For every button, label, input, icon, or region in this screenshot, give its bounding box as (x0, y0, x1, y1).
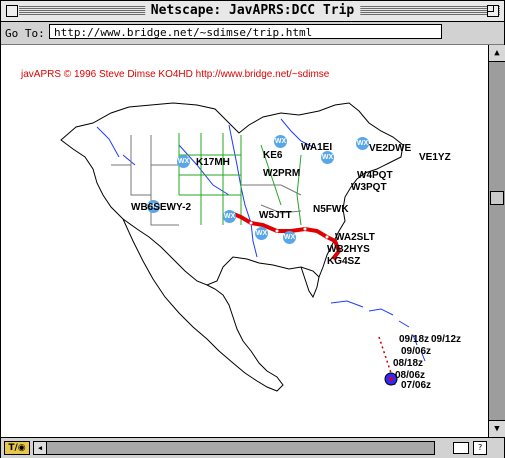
copyright-text: javAPRS © 1996 Steve Dimse KO4HD http://… (21, 69, 330, 80)
horizontal-scrollbar[interactable]: ◀ (33, 441, 435, 455)
netscape-security-icon[interactable]: T/◉ (4, 441, 30, 455)
close-box-icon[interactable] (6, 5, 18, 17)
vertical-scrollbar[interactable]: ▲ ▼ (488, 45, 505, 437)
zoom-box-icon[interactable] (487, 5, 499, 17)
station-label[interactable]: W5JTT (259, 211, 292, 221)
station-label[interactable]: W4PQT (357, 171, 393, 181)
location-bar: Go To: http://www.bridge.net/~sdimse/tri… (1, 22, 504, 45)
location-label: Go To: (5, 27, 45, 40)
station-label[interactable]: KG4SZ (327, 257, 360, 267)
wx-station-icon[interactable]: WX (356, 137, 369, 150)
florida-coastline (300, 266, 320, 299)
storm-time-label: 09/18z (399, 334, 430, 345)
station-label[interactable]: W3PQT (351, 183, 387, 193)
station-label[interactable]: VE1YZ (419, 153, 451, 163)
storm-time-label: 09/06z (401, 346, 432, 357)
browser-window: Netscape: JavAPRS:DCC Trip Go To: http:/… (0, 0, 505, 458)
help-icon[interactable]: ? (473, 441, 487, 455)
storm-time-label: 09/12z (431, 334, 462, 345)
mexico-coastline (122, 218, 284, 392)
wx-station-icon[interactable]: WX (283, 231, 296, 244)
scroll-left-arrow-icon[interactable]: ◀ (34, 442, 47, 454)
wx-station-icon[interactable]: WX (274, 135, 287, 148)
station-label[interactable]: WB2HYS (327, 245, 370, 255)
station-label[interactable]: WA2SLT (335, 233, 375, 243)
wx-station-icon[interactable]: WX (223, 210, 236, 223)
title-bar[interactable]: Netscape: JavAPRS:DCC Trip (1, 1, 504, 22)
page-content: javAPRS © 1996 Steve Dimse KO4HD http://… (1, 45, 488, 437)
scroll-down-arrow-icon[interactable]: ▼ (489, 420, 505, 437)
wx-station-icon[interactable]: WX (177, 155, 190, 168)
station-label[interactable]: WB6SEWY-2 (131, 203, 191, 213)
station-label[interactable]: N5FWK (313, 205, 349, 215)
station-label[interactable]: WA1EI (301, 143, 332, 153)
station-label[interactable]: K17MH (196, 158, 230, 168)
station-label[interactable]: KE6 (263, 151, 282, 161)
scroll-thumb[interactable] (490, 191, 504, 205)
mail-icon[interactable] (453, 442, 469, 454)
storm-time-label: 07/06z (401, 380, 432, 391)
wx-station-icon[interactable]: WX (255, 227, 268, 240)
status-bar: T/◉ ◀ ? (1, 437, 504, 458)
station-label[interactable]: VE2DWE (369, 144, 411, 154)
url-field[interactable]: http://www.bridge.net/~sdimse/trip.html (49, 24, 442, 39)
scroll-up-arrow-icon[interactable]: ▲ (489, 45, 505, 62)
station-label[interactable]: W2PRM (263, 169, 300, 179)
storm-time-label: 08/18z (393, 358, 424, 369)
window-title: Netscape: JavAPRS:DCC Trip (144, 3, 361, 18)
